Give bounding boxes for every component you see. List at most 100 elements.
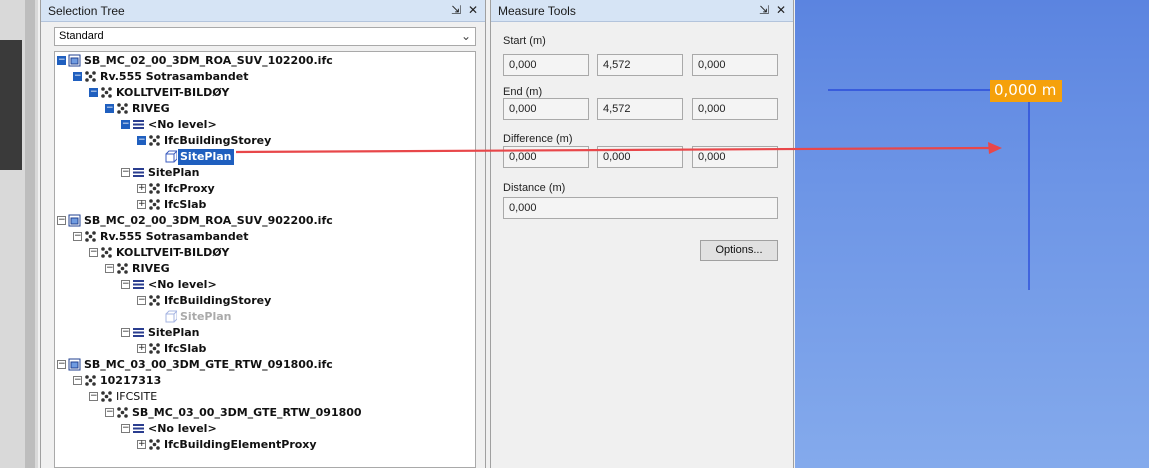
ifc-node-icon	[100, 246, 113, 259]
level-stack-icon	[132, 278, 145, 291]
ifc-node-icon	[148, 294, 161, 307]
measure-tools-panel: Measure Tools ⇲ ✕ Start (m) 0,000 4,572 …	[490, 0, 794, 468]
collapse-icon[interactable]: −	[73, 232, 82, 241]
collapse-icon[interactable]: −	[105, 264, 114, 273]
ifc-node-icon	[148, 134, 161, 147]
ifc-file-icon	[68, 214, 81, 227]
distance-field: 0,000	[503, 197, 778, 219]
tree-item-label: KOLLTVEIT-BILDØY	[116, 86, 230, 99]
tree-item-label: IfcBuildingStorey	[164, 134, 272, 147]
tree-item-label: <No level>	[148, 422, 217, 435]
tree-item-label: SitePlan	[180, 310, 232, 323]
ifc-node-icon	[148, 198, 161, 211]
pin-icon[interactable]: ⇲	[449, 3, 463, 18]
ifc-node-icon	[84, 70, 97, 83]
tree-item-label: RIVEG	[132, 262, 170, 275]
tree-item-label: SB_MC_02_00_3DM_ROA_SUV_902200.ifc	[84, 214, 333, 227]
collapse-icon[interactable]: −	[137, 296, 146, 305]
end-y-field: 4,572	[597, 98, 683, 120]
expand-icon[interactable]: +	[137, 200, 146, 209]
level-stack-icon	[132, 166, 145, 179]
tree-item-label: IfcProxy	[164, 182, 215, 195]
collapse-icon[interactable]: −	[57, 360, 66, 369]
ifc-node-icon	[116, 102, 129, 115]
expand-icon[interactable]: +	[137, 184, 146, 193]
end-z-field: 0,000	[692, 98, 778, 120]
measure-distance-label: 0,000 m	[990, 80, 1063, 102]
ifc-node-icon	[100, 390, 113, 403]
tree-item-label: RIVEG	[132, 102, 170, 115]
ifc-node-icon	[84, 230, 97, 243]
tree-item-label: IFCSITE	[116, 390, 158, 403]
start-z-field: 0,000	[692, 54, 778, 76]
selection-tree-panel: Selection Tree ⇲ ✕ Standard ⌄ − SB_MC_02_…	[40, 0, 486, 468]
expand-icon[interactable]: +	[137, 440, 146, 449]
collapse-icon[interactable]: −	[57, 56, 66, 65]
measure-tools-title: Measure Tools	[498, 4, 576, 18]
ifc-file-icon	[68, 358, 81, 371]
collapse-icon[interactable]: −	[121, 424, 130, 433]
collapse-icon[interactable]: −	[89, 392, 98, 401]
level-stack-icon	[132, 422, 145, 435]
start-label: Start (m)	[503, 35, 546, 47]
tree-item-label: SB_MC_03_00_3DM_GTE_RTW_091800	[132, 406, 362, 419]
tree-item-label: SB_MC_03_00_3DM_GTE_RTW_091800.ifc	[84, 358, 333, 371]
start-y-field: 4,572	[597, 54, 683, 76]
selection-tree-header: Selection Tree ⇲ ✕	[41, 0, 485, 22]
collapse-icon[interactable]: −	[57, 216, 66, 225]
tree-view-dropdown[interactable]: Standard ⌄	[54, 27, 476, 46]
3d-viewport[interactable]: 0,000 m	[795, 0, 1149, 468]
ifc-node-icon	[148, 438, 161, 451]
selection-tree-title: Selection Tree	[48, 4, 125, 18]
chevron-down-icon: ⌄	[460, 29, 471, 43]
geometry-cube-icon	[164, 310, 179, 323]
tree-item-label: Rv.555 Sotrasambandet	[100, 230, 249, 243]
ifc-node-icon	[100, 86, 113, 99]
vertical-scrollbar[interactable]	[25, 0, 35, 468]
measure-line-graphic	[828, 89, 1030, 290]
tree-item-label: IfcSlab	[164, 198, 207, 211]
difference-y-field: 0,000	[597, 146, 683, 168]
collapse-icon[interactable]: −	[121, 120, 130, 129]
ifc-node-icon	[148, 342, 161, 355]
options-button[interactable]: Options...	[700, 240, 778, 261]
ifc-node-icon	[116, 262, 129, 275]
tree-item-label: Rv.555 Sotrasambandet	[100, 70, 249, 83]
distance-label: Distance (m)	[503, 182, 566, 194]
difference-x-field: 0,000	[503, 146, 589, 168]
tree-item-label: <No level>	[148, 278, 217, 291]
measure-tools-header: Measure Tools ⇲ ✕	[491, 0, 793, 22]
tree-item-label: SitePlan	[148, 326, 200, 339]
start-x-field: 0,000	[503, 54, 589, 76]
difference-z-field: 0,000	[692, 146, 778, 168]
collapse-icon[interactable]: −	[73, 72, 82, 81]
pin-icon[interactable]: ⇲	[757, 3, 771, 18]
collapse-icon[interactable]: −	[89, 248, 98, 257]
collapse-icon[interactable]: −	[121, 168, 130, 177]
ifc-file-icon	[68, 54, 81, 67]
end-x-field: 0,000	[503, 98, 589, 120]
collapse-icon[interactable]: −	[89, 88, 98, 97]
end-label: End (m)	[503, 86, 543, 98]
tree-item-label: SB_MC_02_00_3DM_ROA_SUV_102200.ifc	[84, 54, 333, 67]
tree-item-label: SitePlan	[148, 166, 200, 179]
level-stack-icon	[132, 326, 145, 339]
collapse-icon[interactable]: −	[105, 408, 114, 417]
tree-item-label: <No level>	[148, 118, 217, 131]
close-icon[interactable]: ✕	[466, 3, 480, 18]
close-icon[interactable]: ✕	[774, 3, 788, 18]
expand-icon[interactable]: +	[137, 344, 146, 353]
tree-item-label: IfcBuildingStorey	[164, 294, 272, 307]
ifc-node-icon	[116, 406, 129, 419]
geometry-cube-icon	[164, 150, 179, 163]
left-dock-strip	[0, 0, 38, 468]
collapse-icon[interactable]: −	[121, 328, 130, 337]
collapse-icon[interactable]: −	[137, 136, 146, 145]
selection-tree: − SB_MC_02_00_3DM_ROA_SUV_102200.ifc − Rv.5…	[54, 51, 476, 468]
tree-item-label: KOLLTVEIT-BILDØY	[116, 246, 230, 259]
collapse-icon[interactable]: −	[105, 104, 114, 113]
dark-panel-fragment	[0, 40, 22, 170]
collapse-icon[interactable]: −	[73, 376, 82, 385]
collapse-icon[interactable]: −	[121, 280, 130, 289]
level-stack-icon	[132, 118, 145, 131]
